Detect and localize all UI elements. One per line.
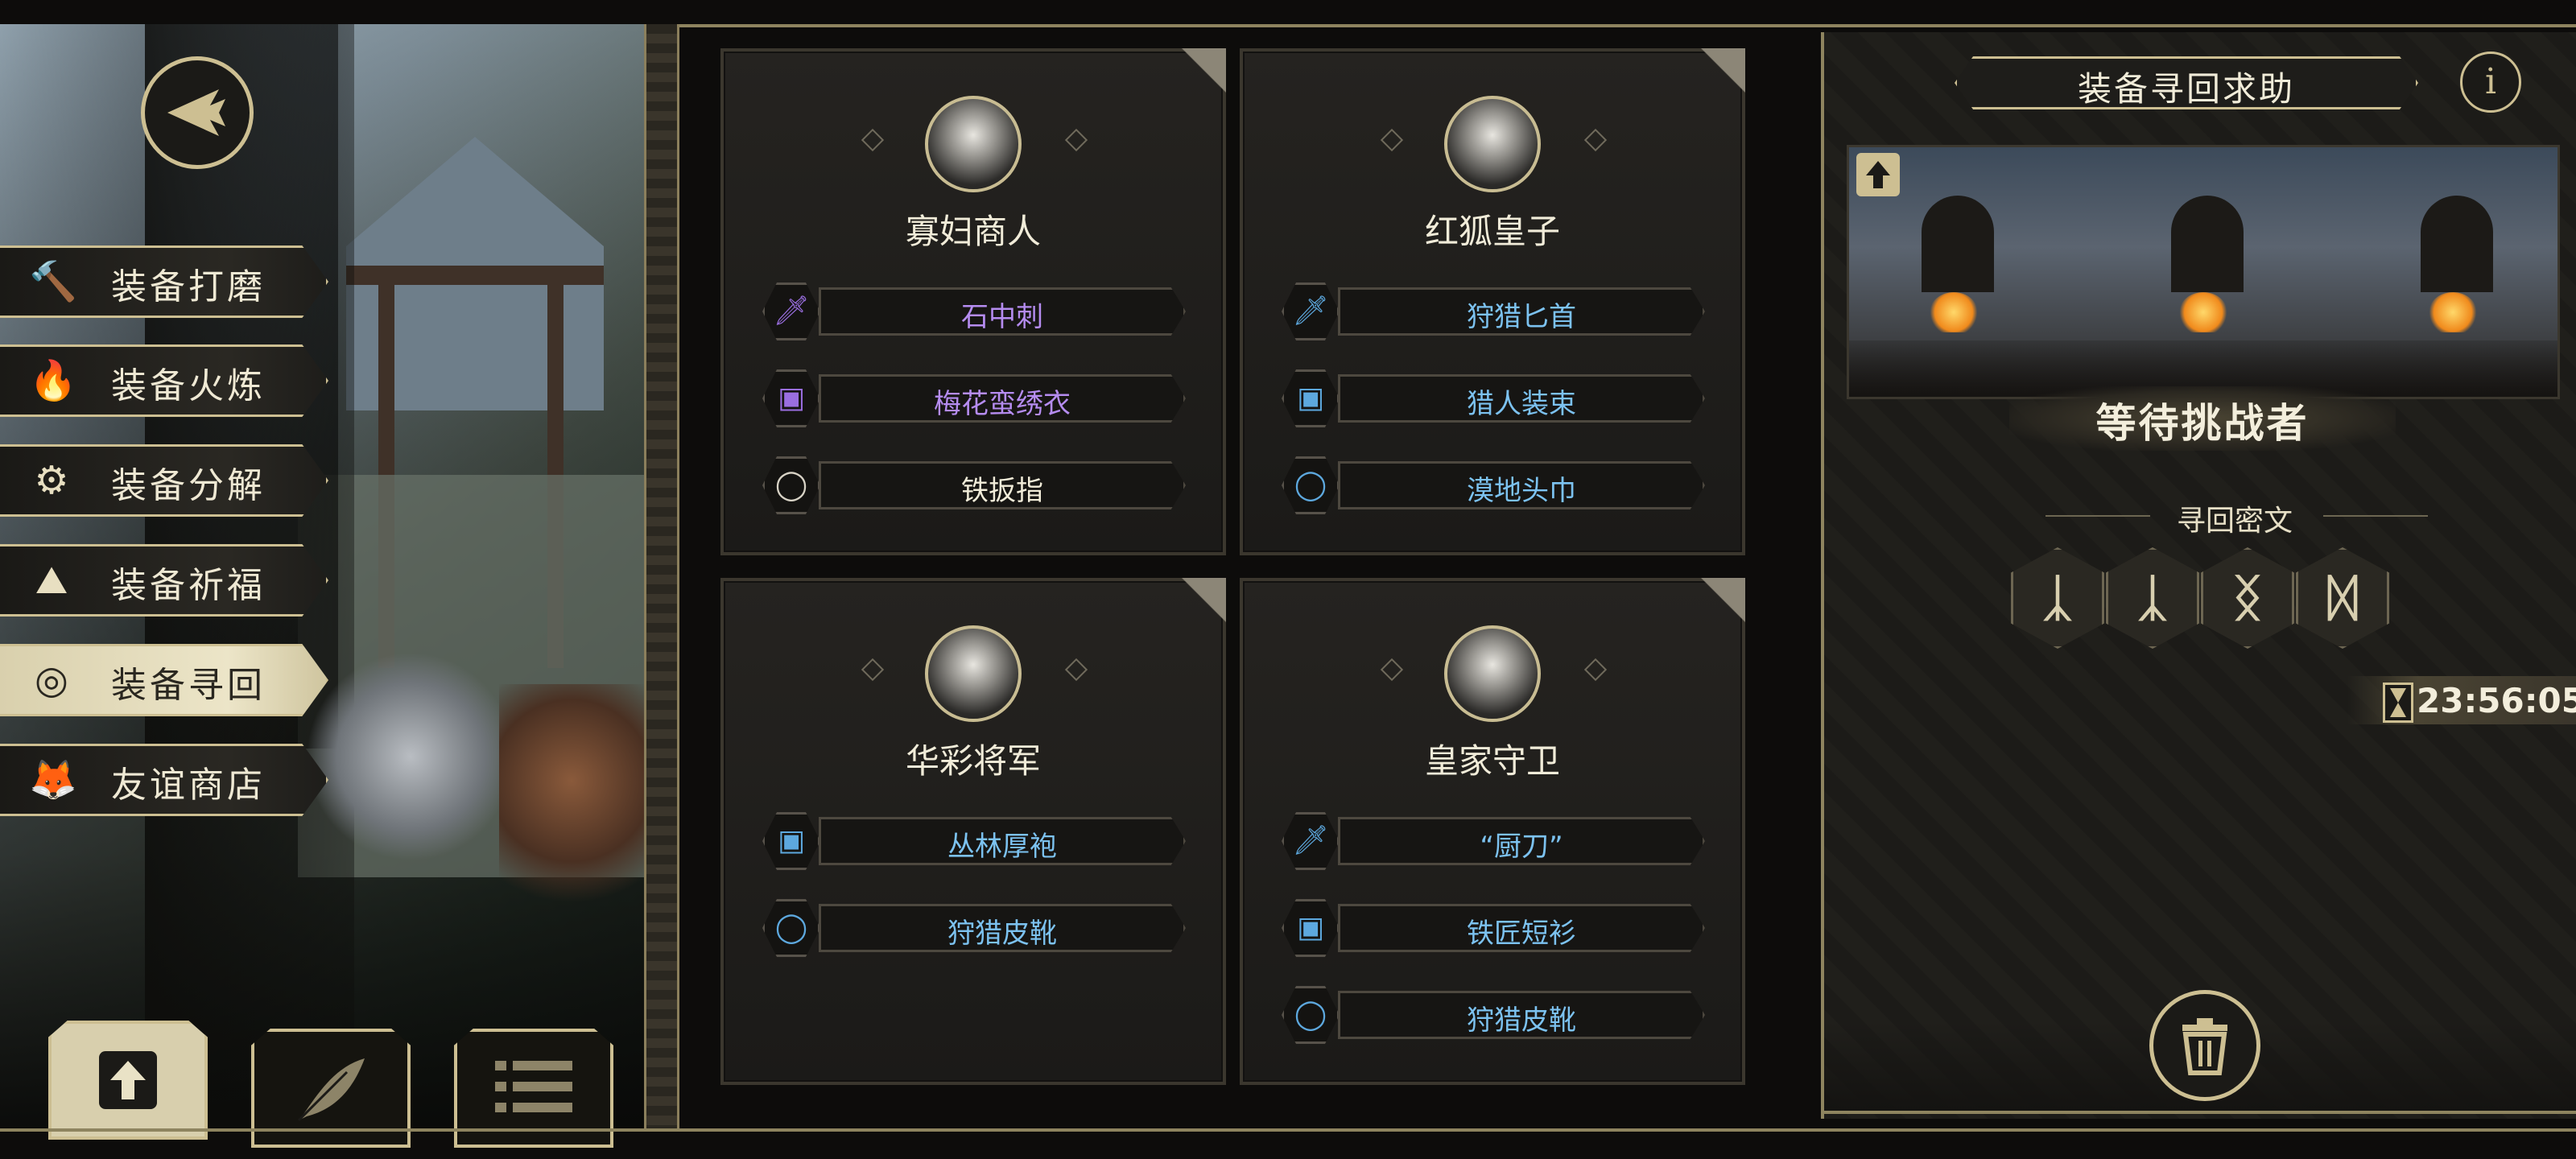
panel-title: 装备寻回求助 [2077,69,2295,109]
item-label: 铁扳指 [961,475,1043,507]
target-spiral-icon: ◎ [35,658,68,703]
feather-icon [297,1058,365,1122]
item-row[interactable]: ▣ 丛林厚袍 [762,812,1189,870]
item-row[interactable]: ◯ 漠地头巾 [1282,456,1708,514]
item-label: 铁匠短衫 [1467,918,1576,950]
ring-icon: ◯ [1282,456,1340,514]
item-label: 石中刺 [961,301,1043,333]
fox-head-icon: 🦊 [29,757,77,802]
item-row[interactable]: ▣ 铁匠短衫 [1282,899,1708,957]
back-button[interactable] [141,56,254,169]
npc-portrait [1444,625,1541,722]
menu-item-bless[interactable]: ⛰ 装备祈福 [0,544,328,617]
menu-item-friend-shop[interactable]: 🦊 友谊商店 [0,744,328,816]
item-row[interactable]: ▣ 猎人装束 [1282,369,1708,427]
cipher-rune: ᛞ [2296,547,2389,649]
menu-item-label: 装备寻回 [111,665,266,706]
upload-icon[interactable] [1856,153,1900,196]
npc-name: 华彩将军 [905,741,1041,781]
sword-icon: 🗡 [762,283,820,340]
armor-icon: ▣ [1282,899,1340,957]
item-row[interactable]: ▣ 梅花蛮绣衣 [762,369,1189,427]
retrieve-panel: 装备寻回求助 i 等待挑战者 寻回密文 ᛣ ᛣ ᛝ ᛞ 23:56:05 [1821,32,2576,1119]
menu-item-polish[interactable]: 🔨 装备打磨 [0,245,328,318]
npc-name: 红狐皇子 [1424,212,1560,251]
item-label: “厨刀” [1480,831,1563,863]
item-label: 猎人装束 [1467,388,1576,420]
divider-line [2046,515,2150,517]
npc-name: 皇家守卫 [1424,741,1560,781]
item-label: 漠地头巾 [1467,475,1576,507]
item-row[interactable]: ◯ 狩猎皮靴 [1282,986,1708,1044]
warrior-creature-art [499,684,644,926]
status-banner: 等待挑战者 [2009,386,2396,451]
menu-item-label: 装备火炼 [111,365,266,406]
hourglass-icon [2383,683,2413,723]
item-row[interactable]: ◯ 铁扳指 [762,456,1189,514]
menu-item-label: 装备祈福 [111,565,266,606]
npc-portrait [925,96,1022,192]
item-row[interactable]: 🗡 狩猎匕首 [1282,283,1708,340]
dungeon-scene-image [1847,145,2560,399]
ring-icon: ◯ [1282,986,1340,1044]
info-button[interactable]: i [2460,52,2521,113]
item-label: 丛林厚袍 [947,831,1057,863]
menu-item-retrieve[interactable]: ◎ 装备寻回 [0,644,328,716]
back-arrow-icon [167,89,225,136]
item-label: 狩猎皮靴 [1467,1004,1576,1037]
info-icon: i [2484,61,2497,102]
ring-icon: ◯ [762,456,820,514]
armor-icon: ▣ [1282,369,1340,427]
item-label: 狩猎匕首 [1467,301,1576,333]
panel-divider [644,24,679,1131]
timer-box: 23:56:05 [2347,676,2576,724]
menu-item-dismantle[interactable]: ⚙ 装备分解 [0,444,328,517]
armor-icon: ▣ [762,369,820,427]
npc-portrait [925,625,1022,722]
npc-card-widow-merchant[interactable]: 寡妇商人 🗡 石中刺 ▣ 梅花蛮绣衣 ◯ 铁扳指 [720,48,1226,555]
item-row[interactable]: ◯ 狩猎皮靴 [762,899,1189,957]
list-icon [495,1061,572,1112]
cipher-rune: ᛝ [2201,547,2294,649]
item-row[interactable]: 🗡 石中刺 [762,283,1189,340]
cipher-rune: ᛣ [2011,547,2104,649]
armor-icon: ▣ [762,812,820,870]
discard-button[interactable] [2149,990,2260,1101]
ring-icon: ◯ [762,899,820,957]
menu-item-smelt[interactable]: 🔥 装备火炼 [0,344,328,417]
panel-title-banner: 装备寻回求助 [1955,56,2418,109]
sword-icon: 🗡 [1282,812,1340,870]
heron-creature-art [306,652,515,861]
bottom-border [0,1128,2576,1132]
upload-arrow-icon [99,1051,157,1109]
sword-icon: 🗡 [1282,283,1340,340]
timer-text: 23:56:05 [2417,681,2576,720]
cipher-label: 寻回密文 [2176,505,2293,538]
item-label: 狩猎皮靴 [947,918,1057,950]
flame-icon: 🔥 [29,358,77,403]
hammer-icon: 🔨 [29,259,77,304]
npc-portrait [1444,96,1541,192]
broken-gear-icon: ⚙ [34,458,69,503]
item-label: 梅花蛮绣衣 [934,388,1071,420]
praying-hands-icon: ⛰ [35,558,68,603]
trash-icon [2182,1018,2227,1075]
menu-item-label: 装备打磨 [111,266,266,307]
status-text: 等待挑战者 [2095,400,2310,447]
npc-card-colorful-general[interactable]: 华彩将军 ▣ 丛林厚袍 ◯ 狩猎皮靴 [720,578,1226,1085]
menu-item-label: 装备分解 [111,465,266,506]
npc-card-red-fox-prince[interactable]: 红狐皇子 🗡 狩猎匕首 ▣ 猎人装束 ◯ 漠地头巾 [1240,48,1745,555]
item-row[interactable]: 🗡 “厨刀” [1282,812,1708,870]
menu-item-label: 友谊商店 [111,765,266,806]
divider-line [2323,515,2428,517]
upload-tool-button[interactable] [48,1021,208,1140]
cipher-rune: ᛣ [2106,547,2199,649]
npc-name: 寡妇商人 [905,212,1041,251]
npc-card-royal-guard[interactable]: 皇家守卫 🗡 “厨刀” ▣ 铁匠短衫 ◯ 狩猎皮靴 [1240,578,1745,1085]
